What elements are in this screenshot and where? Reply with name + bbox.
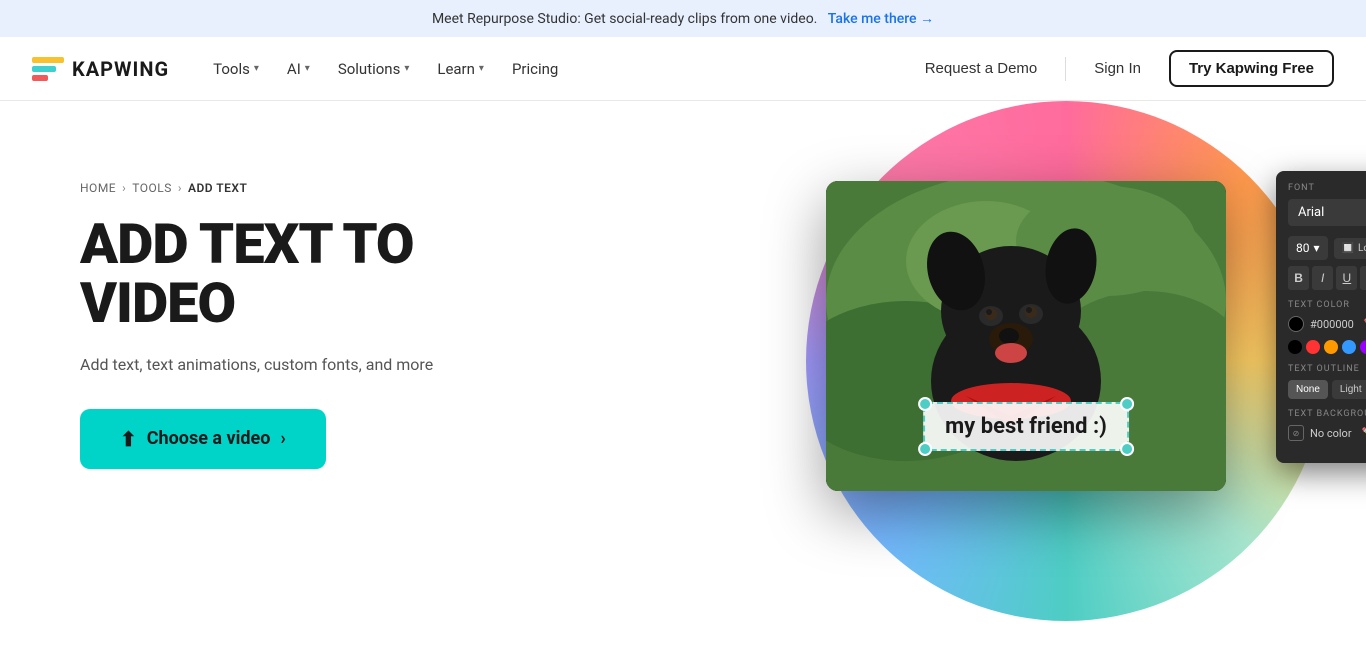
- page-title: ADD TEXT TO VIDEO: [80, 215, 560, 333]
- size-select[interactable]: 80 ▾: [1288, 236, 1328, 260]
- font-label: FONT: [1288, 183, 1366, 193]
- editor-video: my best friend :): [826, 181, 1226, 491]
- align-left-button[interactable]: ≡: [1360, 266, 1366, 290]
- text-color-section: TEXT COLOR #000000 ✏️: [1288, 300, 1366, 354]
- choose-video-button[interactable]: ⬆ Choose a video ›: [80, 409, 326, 469]
- breadcrumb-sep1: ›: [122, 181, 126, 195]
- color-picker-icon-2[interactable]: ✏️: [1362, 427, 1366, 440]
- font-select[interactable]: Arial ▾: [1288, 199, 1366, 226]
- size-section: 80 ▾ 🔲 Lock Ratio B I U ≡ ☰ ≡ ☰: [1288, 236, 1366, 290]
- navbar: KAPWING Tools ▾ AI ▾ Solutions ▾ Learn ▾…: [0, 37, 1366, 101]
- font-section: FONT Arial ▾: [1288, 183, 1366, 226]
- current-color-swatch[interactable]: [1288, 316, 1304, 332]
- nav-right: Request a Demo Sign In Try Kapwing Free: [913, 50, 1334, 87]
- chevron-down-icon: ▾: [1314, 241, 1320, 255]
- text-bg-section: TEXT BACKGROUND COLOR ⊘ No color ✏️: [1288, 409, 1366, 441]
- chevron-down-icon: ▾: [479, 63, 484, 74]
- nav-divider: [1065, 57, 1066, 81]
- chevron-down-icon: ▾: [404, 63, 409, 74]
- nav-item-solutions[interactable]: Solutions ▾: [326, 52, 422, 86]
- chevron-down-icon: ▾: [254, 63, 259, 74]
- text-overlay[interactable]: my best friend :): [923, 402, 1129, 451]
- text-bg-label: TEXT BACKGROUND COLOR: [1288, 409, 1366, 419]
- top-banner: Meet Repurpose Studio: Get social-ready …: [0, 0, 1366, 37]
- color-row: #000000 ✏️: [1288, 316, 1366, 332]
- resize-handle-bl[interactable]: [918, 442, 932, 456]
- breadcrumb-current: ADD TEXT: [188, 181, 247, 195]
- font-row: 80 ▾ 🔲 Lock Ratio: [1288, 236, 1366, 260]
- bold-button[interactable]: B: [1288, 266, 1309, 290]
- logo-icon: [32, 57, 64, 81]
- color-preset-purple[interactable]: [1360, 340, 1366, 354]
- logo-text: KAPWING: [72, 57, 169, 81]
- overlay-text: my best friend :): [945, 414, 1107, 439]
- color-preset-black[interactable]: [1288, 340, 1302, 354]
- underline-button[interactable]: U: [1336, 266, 1357, 290]
- color-presets: [1288, 340, 1366, 354]
- italic-button[interactable]: I: [1312, 266, 1333, 290]
- resize-handle-br[interactable]: [1120, 442, 1134, 456]
- nav-item-pricing[interactable]: Pricing: [500, 52, 570, 86]
- hero-right: my best friend :) FONT Arial ▾ 80 ▾: [560, 161, 1286, 621]
- sign-in-button[interactable]: Sign In: [1082, 52, 1153, 85]
- breadcrumb-home[interactable]: HOME: [80, 181, 116, 195]
- lock-icon: 🔲: [1342, 243, 1354, 254]
- outline-none-button[interactable]: None: [1288, 380, 1328, 399]
- logo[interactable]: KAPWING: [32, 57, 169, 81]
- editor-mockup: my best friend :): [826, 181, 1226, 491]
- color-preset-red[interactable]: [1306, 340, 1320, 354]
- nav-item-ai[interactable]: AI ▾: [275, 52, 322, 86]
- text-color-label: TEXT COLOR: [1288, 300, 1366, 310]
- no-color-row: ⊘ No color ✏️: [1288, 425, 1366, 441]
- nav-item-tools[interactable]: Tools ▾: [201, 52, 271, 86]
- color-preset-orange[interactable]: [1324, 340, 1338, 354]
- hero-section: HOME › TOOLS › ADD TEXT ADD TEXT TO VIDE…: [0, 101, 1366, 661]
- outline-light-button[interactable]: Light: [1332, 380, 1366, 399]
- resize-handle-tl[interactable]: [918, 397, 932, 411]
- banner-link[interactable]: Take me there →: [828, 11, 934, 27]
- resize-handle-tr[interactable]: [1120, 397, 1134, 411]
- arrow-icon: ›: [280, 428, 285, 449]
- breadcrumb-tools[interactable]: TOOLS: [132, 181, 172, 195]
- no-color-text: No color: [1310, 427, 1352, 440]
- banner-text: Meet Repurpose Studio: Get social-ready …: [432, 11, 817, 27]
- color-preset-blue[interactable]: [1342, 340, 1356, 354]
- lock-ratio-toggle[interactable]: 🔲 Lock Ratio: [1334, 238, 1366, 259]
- format-buttons: B I U ≡ ☰ ≡ ☰: [1288, 266, 1366, 290]
- text-outline-section: TEXT OUTLINE None Light Dark: [1288, 364, 1366, 399]
- breadcrumb-sep2: ›: [178, 181, 182, 195]
- nav-item-learn[interactable]: Learn ▾: [425, 52, 496, 86]
- outline-buttons: None Light Dark: [1288, 380, 1366, 399]
- text-panel: FONT Arial ▾ 80 ▾ 🔲 Lock Ratio: [1276, 171, 1366, 463]
- color-hex: #000000: [1310, 318, 1354, 331]
- no-color-swatch[interactable]: ⊘: [1288, 425, 1304, 441]
- upload-icon: ⬆: [120, 427, 137, 451]
- hero-subtitle: Add text, text animations, custom fonts,…: [80, 353, 560, 377]
- nav-links: Tools ▾ AI ▾ Solutions ▾ Learn ▾ Pricing: [201, 52, 913, 86]
- request-demo-button[interactable]: Request a Demo: [913, 52, 1050, 85]
- breadcrumb: HOME › TOOLS › ADD TEXT: [80, 181, 560, 195]
- try-free-button[interactable]: Try Kapwing Free: [1169, 50, 1334, 87]
- hero-left: HOME › TOOLS › ADD TEXT ADD TEXT TO VIDE…: [80, 161, 560, 469]
- chevron-down-icon: ▾: [305, 63, 310, 74]
- text-outline-label: TEXT OUTLINE: [1288, 364, 1366, 374]
